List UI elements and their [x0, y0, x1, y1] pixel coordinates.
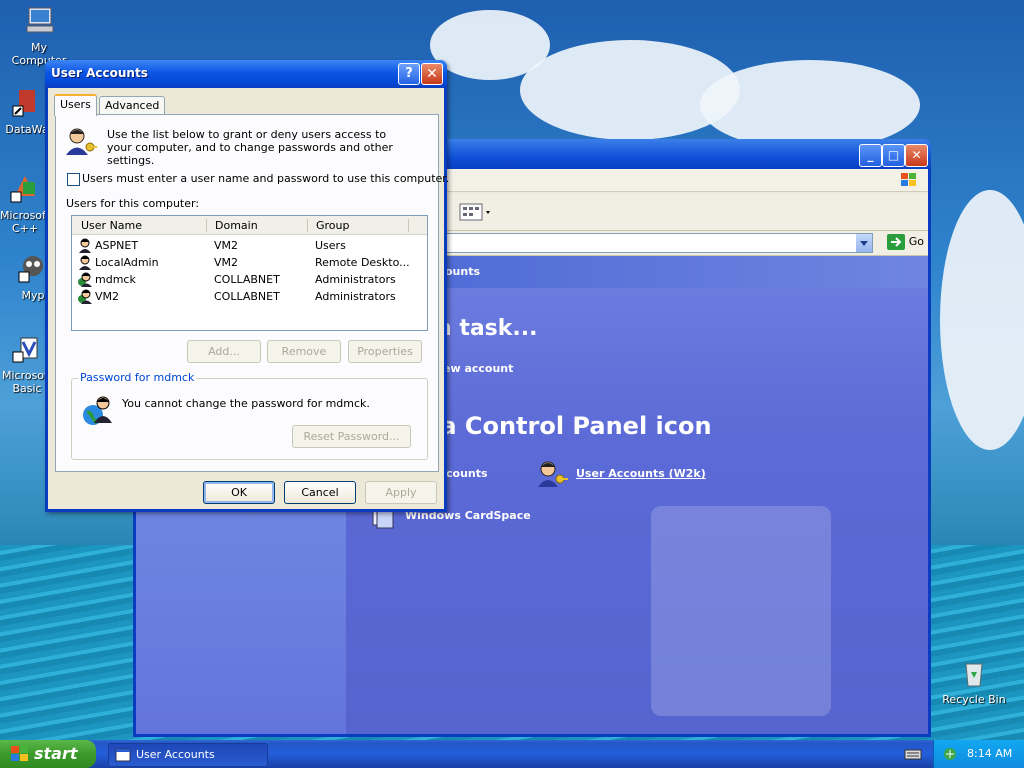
dialog-titlebar[interactable]: User Accounts ? ✕ [45, 60, 447, 88]
visual-basic-icon [12, 337, 38, 363]
password-groupbox: Password for mdmck You cannot change the… [71, 371, 428, 460]
icon-heading: k a Control Panel icon [416, 412, 712, 440]
add-user-button[interactable]: Add... [187, 340, 261, 363]
start-label: start [34, 744, 78, 763]
column-header-user-name[interactable]: User Name [81, 219, 142, 232]
create-account-link[interactable]: ew account [443, 362, 513, 375]
help-button[interactable]: ? [398, 63, 420, 85]
desktop-icon-label: Recycle Bin [942, 693, 1006, 706]
windows-logo-icon [901, 173, 916, 186]
header-text: ounts [445, 265, 481, 278]
column-divider[interactable] [307, 219, 308, 232]
users-list-header: User Name Domain Group [72, 216, 427, 235]
tab-users[interactable]: Users [54, 94, 97, 116]
column-divider[interactable] [206, 219, 207, 232]
network-icon[interactable] [942, 746, 958, 762]
taskbar-item-label: User Accounts [136, 748, 215, 761]
user-accounts-icon [66, 128, 97, 155]
apply-button[interactable]: Apply [365, 481, 437, 504]
domain-cell: COLLABNET [214, 273, 280, 286]
domain-cell: COLLABNET [214, 290, 280, 303]
table-row[interactable]: ASPNET VM2 Users [72, 237, 427, 254]
users-tab-panel: Use the list below to grant or deny user… [55, 114, 449, 472]
column-header-domain[interactable]: Domain [215, 219, 258, 232]
cloud [940, 190, 1024, 450]
domain-cell: VM2 [214, 239, 239, 252]
user-accounts-dialog[interactable]: User Accounts ? ✕ Users Advanced Use the… [45, 60, 449, 512]
properties-button[interactable]: Properties [348, 340, 422, 363]
taskbar-item-user-accounts[interactable]: User Accounts [108, 743, 268, 767]
password-group-label: Password for mdmck [78, 371, 197, 384]
cancel-button[interactable]: Cancel [284, 481, 356, 504]
table-row[interactable]: mdmck COLLABNET Administrators [72, 271, 427, 288]
domain-cell: VM2 [214, 256, 239, 269]
user-name-cell: VM2 [95, 290, 120, 303]
watermark-icon [651, 506, 831, 716]
user-accounts-w2k-icon [538, 461, 568, 487]
go-button[interactable]: Go [887, 234, 924, 250]
group-cell: Administrators [315, 290, 396, 303]
go-label: Go [908, 235, 924, 248]
dialog-body: Users Advanced Use the list below to gra… [48, 88, 449, 509]
cloud [700, 60, 920, 150]
table-row[interactable]: VM2 COLLABNET Administrators [72, 288, 427, 305]
column-header-group[interactable]: Group [316, 219, 350, 232]
chevron-down-icon[interactable] [856, 234, 872, 252]
views-icon[interactable] [458, 202, 494, 222]
recycle-bin-icon [965, 663, 983, 687]
windows-logo-icon [11, 746, 28, 761]
visual-cpp-icon [10, 176, 35, 203]
keyboard-icon[interactable] [904, 746, 922, 762]
go-arrow-icon [887, 234, 906, 250]
domain-user-icon [83, 396, 112, 425]
intro-text: Use the list below to grant or deny user… [107, 128, 393, 167]
remove-user-button[interactable]: Remove [267, 340, 341, 363]
reset-password-button[interactable]: Reset Password... [292, 425, 411, 448]
domain-user-icon [78, 272, 92, 287]
task-heading: n task... [436, 316, 538, 341]
column-divider[interactable] [408, 219, 409, 232]
close-button[interactable]: ✕ [421, 63, 443, 85]
require-login-label[interactable]: Users must enter a user name and passwor… [82, 172, 449, 185]
close-button[interactable]: ✕ [905, 144, 928, 167]
system-tray: 8:14 AM [933, 740, 1024, 768]
user-name-cell: mdmck [95, 273, 136, 286]
domain-user-icon [78, 289, 92, 304]
require-login-checkbox[interactable] [67, 173, 80, 186]
my-computer-icon [26, 7, 54, 33]
taskbar: start User Accounts 8:14 AM [0, 740, 1024, 768]
clock[interactable]: 8:14 AM [967, 747, 1012, 760]
password-message: You cannot change the password for mdmck… [122, 397, 370, 410]
window-icon [115, 748, 131, 762]
minimize-button[interactable]: _ [859, 144, 882, 167]
table-row[interactable]: LocalAdmin VM2 Remote Deskto... [72, 254, 427, 271]
user-icon [79, 255, 91, 270]
desktop-icon-my-computer[interactable]: My Computer [2, 4, 76, 67]
user-name-cell: LocalAdmin [95, 256, 159, 269]
user-icon [79, 238, 91, 253]
maximize-button[interactable]: □ [882, 144, 905, 167]
user-accounts-item[interactable]: counts [446, 467, 488, 480]
start-button[interactable]: start [0, 740, 96, 768]
users-list[interactable]: User Name Domain Group ASPNET VM2 Users … [71, 215, 428, 331]
shortcut-icon [12, 90, 35, 117]
users-list-label: Users for this computer: [66, 197, 200, 210]
ok-button[interactable]: OK [203, 481, 275, 504]
user-accounts-w2k-label: User Accounts (W2k) [576, 467, 706, 480]
group-cell: Users [315, 239, 346, 252]
tab-advanced[interactable]: Advanced [99, 96, 166, 115]
dialog-title: User Accounts [51, 66, 148, 80]
group-cell: Remote Deskto... [315, 256, 410, 269]
user-name-cell: ASPNET [95, 239, 139, 252]
desktop-icon-recycle-bin[interactable]: Recycle Bin [937, 656, 1011, 706]
group-cell: Administrators [315, 273, 396, 286]
